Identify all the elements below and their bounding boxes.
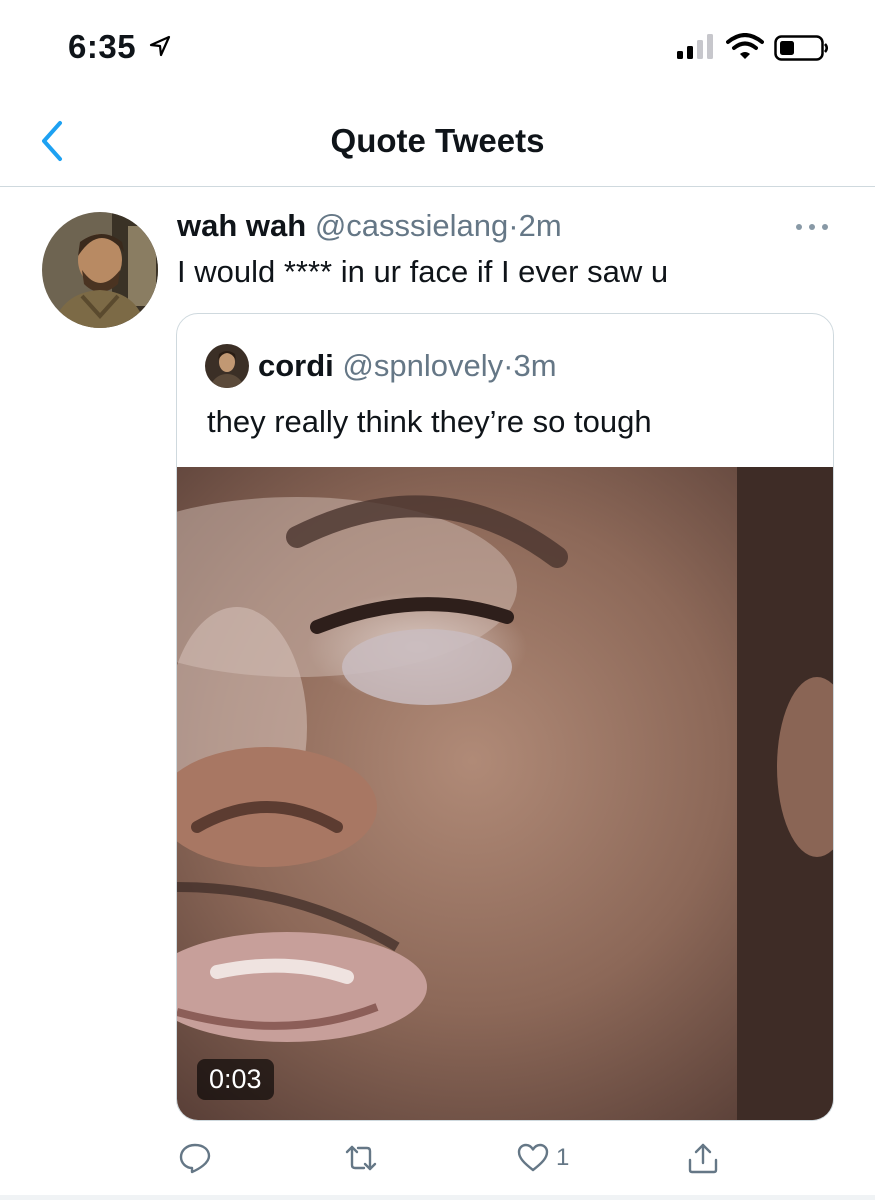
avatar[interactable] (42, 212, 158, 328)
header: Quote Tweets (0, 95, 875, 187)
share-button[interactable] (686, 1138, 720, 1178)
signal-bars-icon (677, 34, 713, 59)
status-time: 6:35 (68, 28, 137, 65)
quoted-tweet-text: they really think they’re so tough (207, 404, 652, 439)
retweet-icon (345, 1145, 377, 1171)
tweet-header: wah wah @casssielang·2m (177, 208, 562, 244)
user-handle[interactable]: @casssielang (315, 208, 508, 243)
tweet-text: I would **** in ur face if I ever saw u (177, 254, 669, 289)
quoted-tweet-header: cordi @spnlovely·3m (258, 348, 557, 384)
tweet-time: 2m (518, 208, 562, 243)
quoted-tweet-card[interactable]: cordi @spnlovely·3m they really think th… (176, 313, 834, 1121)
quoted-tweet-time: 3m (513, 348, 557, 383)
quoted-avatar (205, 344, 249, 388)
heart-icon (517, 1143, 549, 1172)
more-dots-icon[interactable] (792, 213, 832, 241)
status-bar: 6:35 (0, 0, 875, 95)
like-count: 1 (556, 1144, 570, 1171)
separator-dot: · (508, 208, 519, 243)
video-thumbnail[interactable]: 0:03 (177, 467, 833, 1120)
video-duration-badge: 0:03 (197, 1059, 274, 1100)
retweet-button[interactable] (344, 1138, 378, 1178)
wifi-icon (726, 33, 764, 59)
page-title: Quote Tweets (330, 122, 545, 159)
battery-icon (774, 35, 828, 61)
divider (0, 1195, 875, 1200)
quoted-display-name: cordi (258, 348, 334, 383)
display-name[interactable]: wah wah (177, 208, 306, 243)
share-icon (688, 1143, 718, 1174)
quoted-user-handle: @spnlovely (342, 348, 504, 383)
quoted-separator-dot: · (503, 348, 514, 383)
reply-icon (179, 1143, 211, 1174)
like-button[interactable]: 1 (516, 1138, 569, 1178)
location-arrow-icon (149, 35, 171, 57)
reply-button[interactable] (178, 1138, 212, 1178)
